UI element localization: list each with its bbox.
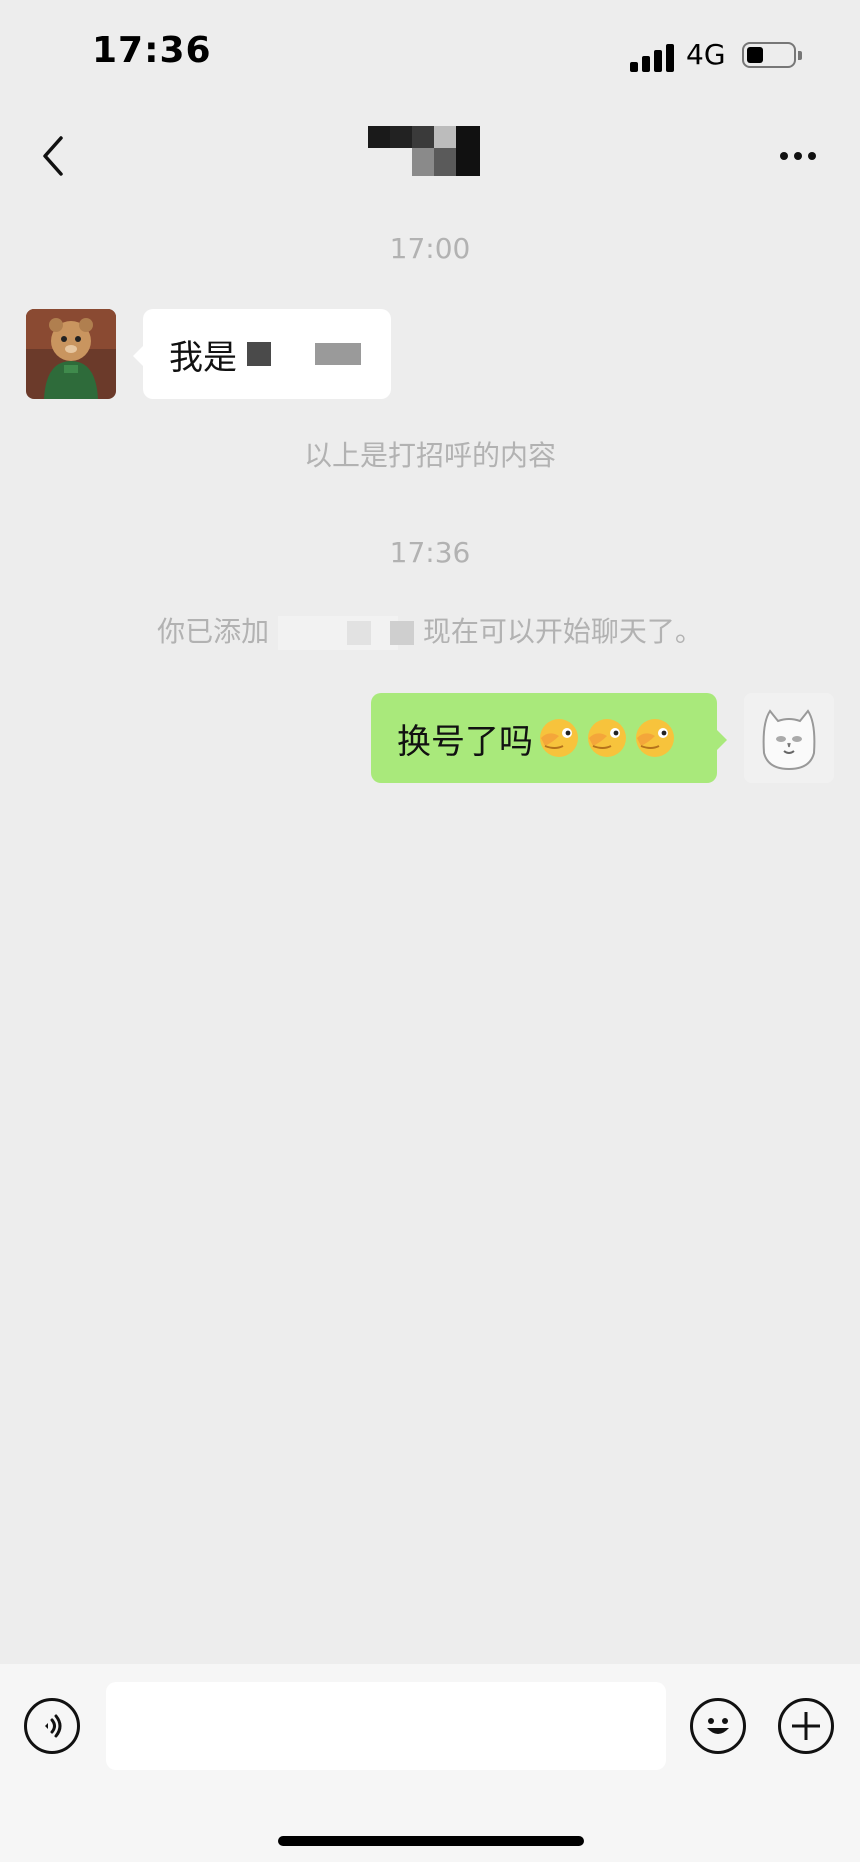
- outgoing-bubble[interactable]: 换号了吗: [371, 693, 717, 783]
- redacted-title: [368, 126, 488, 176]
- friend-added-notice: 你已添加 现在可以开始聊天了。: [0, 610, 860, 650]
- my-avatar[interactable]: [744, 693, 834, 783]
- greeting-note: 以上是打招呼的内容: [303, 439, 556, 472]
- timestamp: 17:00: [389, 232, 471, 265]
- timestamp: 17:36: [389, 536, 471, 569]
- pinching-hand-face-emoji: [636, 719, 674, 757]
- voice-button[interactable]: [24, 1698, 80, 1754]
- redacted-text: [247, 342, 271, 366]
- network-type: 4G: [686, 38, 726, 71]
- redacted-text: [315, 343, 361, 365]
- incoming-bubble[interactable]: 我是: [143, 309, 391, 399]
- chat-title: [368, 126, 488, 176]
- smiley-icon: [707, 1718, 729, 1734]
- status-time: 17:36: [92, 30, 212, 71]
- message-input[interactable]: [106, 1682, 666, 1770]
- more-dot: [780, 152, 788, 160]
- redacted-text: [389, 621, 414, 645]
- bubble-tail: [717, 730, 727, 750]
- input-bar: [0, 1664, 860, 1862]
- battery-cap: [798, 51, 802, 60]
- outgoing-message: 换号了吗: [0, 693, 860, 785]
- chipmunk-avatar-icon: [26, 309, 116, 399]
- battery-icon: [742, 42, 796, 68]
- notice-suffix: 现在可以开始聊天了。: [422, 615, 703, 648]
- emoji-button[interactable]: [690, 1698, 746, 1754]
- plus-icon: [792, 1712, 820, 1740]
- cat-meme-avatar-icon: [744, 693, 834, 783]
- message-text: 我是: [169, 337, 237, 378]
- bubble-tail: [133, 346, 143, 366]
- chevron-left-icon: [43, 136, 63, 176]
- chat-header: [0, 110, 860, 200]
- pinching-hand-face-emoji: [588, 719, 626, 757]
- more-dot: [794, 152, 802, 160]
- status-bar: 17:36 4G: [0, 0, 860, 110]
- voice-icon: [45, 1714, 62, 1738]
- message-text: 换号了吗: [397, 721, 533, 762]
- plus-button[interactable]: [778, 1698, 834, 1754]
- back-button[interactable]: [28, 126, 78, 186]
- more-dot: [808, 152, 816, 160]
- redacted-text: [278, 616, 399, 650]
- more-options-button[interactable]: [770, 126, 826, 186]
- notice-prefix: 你已添加: [157, 615, 270, 648]
- pinching-hand-face-emoji: [540, 719, 578, 757]
- redacted-text: [347, 621, 371, 645]
- home-indicator: [278, 1836, 584, 1846]
- battery-level: [747, 47, 763, 63]
- signal-strength-icon: [630, 42, 674, 72]
- incoming-message: 我是: [0, 309, 860, 401]
- contact-avatar[interactable]: [26, 309, 116, 399]
